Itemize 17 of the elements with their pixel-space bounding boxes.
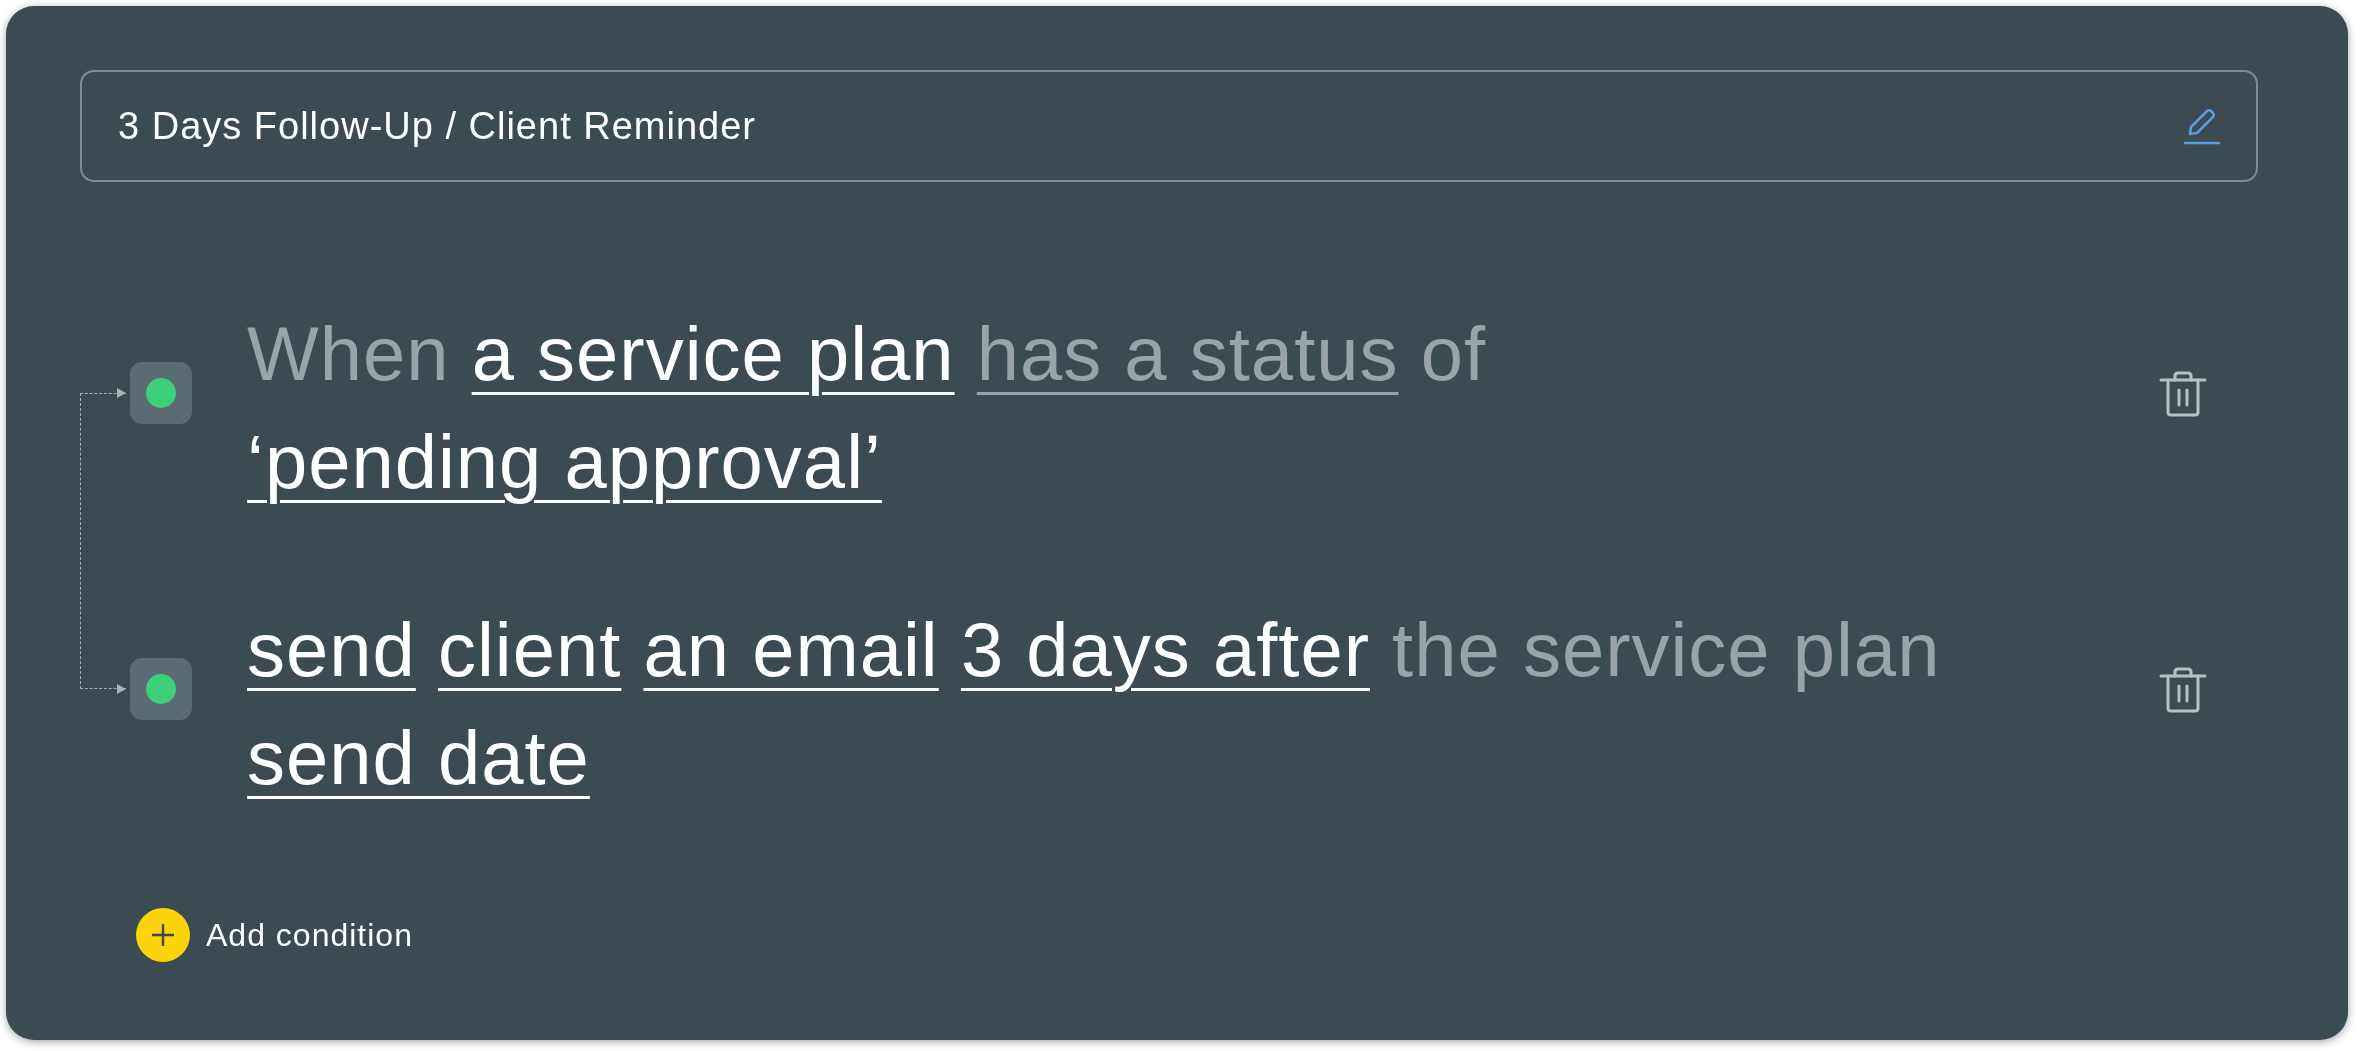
add-condition-button[interactable]: Add condition — [136, 908, 413, 962]
sentence-link[interactable]: ‘pending approval’ — [247, 419, 882, 504]
condition-sentence: send client an email 3 days after the service plan send date — [247, 606, 1942, 802]
delete-icon[interactable] — [2158, 666, 2208, 714]
delete-icon[interactable] — [2158, 370, 2208, 418]
sentence-link[interactable]: has a status — [976, 311, 1399, 396]
sentence-link[interactable]: send date — [247, 715, 590, 800]
sentence-link[interactable]: 3 days after — [960, 607, 1370, 692]
plus-icon — [136, 908, 190, 962]
sentence-link[interactable]: client — [437, 607, 622, 692]
title-field[interactable]: 3 Days Follow-Up / Client Reminder — [80, 70, 2258, 182]
status-indicator — [130, 362, 192, 424]
sentence-link[interactable]: send — [247, 607, 416, 692]
sentence-link[interactable]: a service plan — [471, 311, 955, 396]
status-indicator — [130, 658, 192, 720]
condition-sentence: When a service plan has a status of ‘pending approval’ — [247, 310, 1488, 506]
sentence-link[interactable]: an email — [643, 607, 939, 692]
